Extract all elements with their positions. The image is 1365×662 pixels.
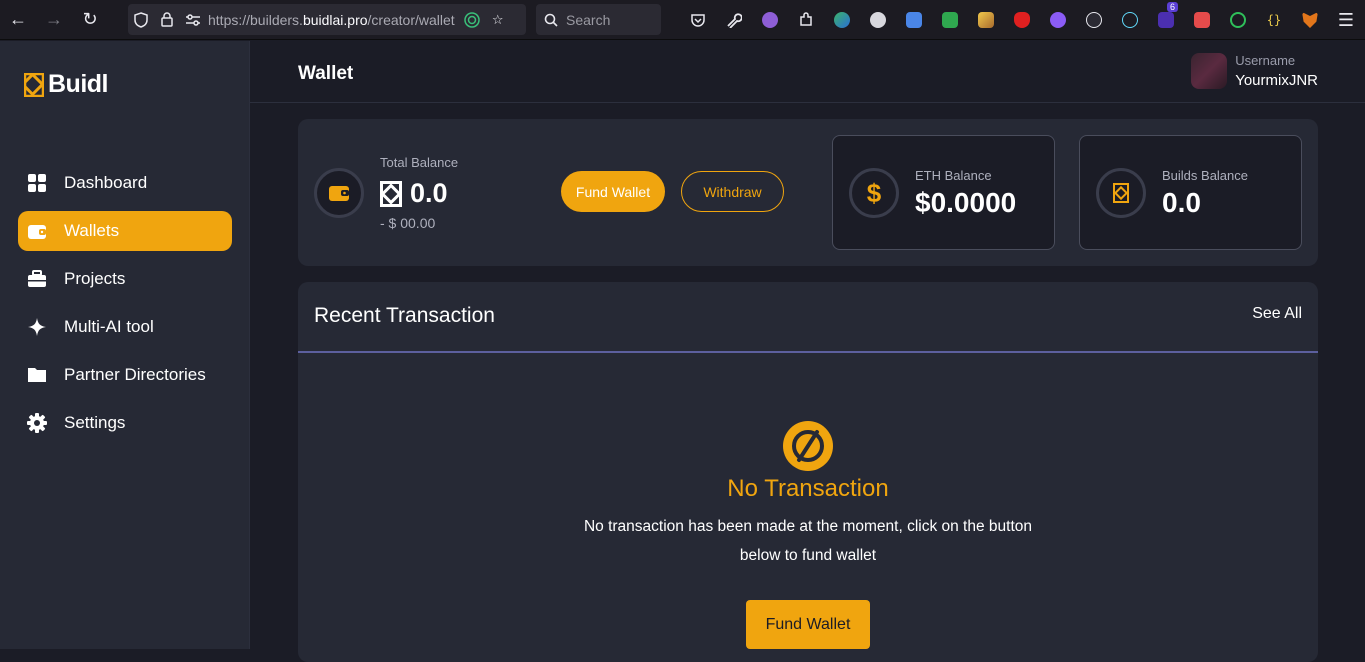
sparkle-icon: [26, 316, 48, 338]
empty-state-description: No transaction has been made at the mome…: [583, 518, 1033, 564]
see-all-link[interactable]: See All: [1252, 305, 1302, 323]
sidebar-item-wallets[interactable]: Wallets: [18, 211, 232, 251]
search-input[interactable]: Search: [536, 4, 661, 35]
address-bar[interactable]: https://builders.buidlai.pro/creator/wal…: [128, 4, 526, 35]
builds-balance-value: 0.0: [1162, 187, 1201, 218]
page-title: Wallet: [298, 63, 354, 84]
empty-state-title: No Transaction: [727, 475, 889, 502]
translate-extension-icon[interactable]: [896, 6, 932, 34]
folder-icon: [26, 364, 48, 386]
builds-balance-card: Builds Balance 0.0: [1079, 135, 1302, 250]
sidebar-item-dashboard[interactable]: Dashboard: [18, 163, 232, 203]
sidebar-item-projects[interactable]: Projects: [18, 259, 232, 299]
username-label: Username: [1235, 53, 1296, 68]
broom-extension-icon[interactable]: [968, 6, 1004, 34]
total-balance-label: Total Balance: [380, 155, 459, 170]
page-header: Wallet Username YourmixJNR: [250, 41, 1365, 103]
eth-balance-label: ETH Balance: [915, 168, 992, 183]
sidebar-item-multi-ai-tool[interactable]: Multi-AI tool: [18, 307, 232, 347]
transactions-header: Recent Transaction See All: [298, 282, 1318, 353]
url-text[interactable]: https://builders.buidlai.pro/creator/wal…: [208, 12, 455, 28]
user-profile[interactable]: Username YourmixJNR: [1191, 53, 1318, 89]
total-balance-value-row: 0.0: [380, 178, 458, 209]
react-extension-icon[interactable]: [1112, 6, 1148, 34]
withdraw-button[interactable]: Withdraw: [681, 171, 784, 212]
shield-icon[interactable]: [128, 11, 154, 28]
builds-icon: [1096, 168, 1146, 218]
back-icon[interactable]: ←: [0, 0, 36, 40]
briefcase-icon: [26, 268, 48, 290]
wrench-icon[interactable]: [716, 6, 752, 34]
forward-icon[interactable]: →: [36, 0, 72, 40]
gear-extension-icon[interactable]: [1040, 6, 1076, 34]
sidebar-item-label: Settings: [64, 413, 126, 432]
extension-badge: 6: [1166, 2, 1178, 12]
money-extension-icon[interactable]: [932, 6, 968, 34]
sidebar-item-label: Dashboard: [64, 173, 148, 192]
grid-icon: [26, 172, 48, 194]
sidebar-item-label: Projects: [64, 269, 126, 288]
dollar-icon: $: [849, 168, 899, 218]
avatar[interactable]: [1191, 53, 1228, 89]
pocket-icon[interactable]: [680, 6, 716, 34]
ghost-extension-icon[interactable]: [752, 6, 788, 34]
fund-wallet-button-empty[interactable]: Fund Wallet: [746, 600, 870, 649]
no-transaction-icon: [783, 421, 833, 471]
globe-extension-icon[interactable]: [824, 6, 860, 34]
cloud-extension-icon[interactable]: [860, 6, 896, 34]
wallet-icon: [26, 220, 48, 242]
shield-extension-icon[interactable]: [1004, 6, 1040, 34]
bookmark-star-icon[interactable]: ☆: [485, 12, 511, 28]
balance-card: Total Balance 0.0 - $ 00.00 Fund Wallet …: [298, 119, 1318, 266]
puzzle-icon[interactable]: [788, 6, 824, 34]
browser-toolbar: ← → ↻ https://builders.buidlai.pro/creat…: [0, 0, 1365, 40]
fund-wallet-button[interactable]: Fund Wallet: [561, 171, 665, 212]
pwa-extension-icon[interactable]: [1184, 6, 1220, 34]
cookie-extension-icon[interactable]: [1076, 6, 1112, 34]
extensions-row: 6 {} ☰: [680, 2, 1364, 34]
sidebar-item-partner-directories[interactable]: Partner Directories: [18, 355, 232, 395]
tracking-icon[interactable]: [459, 11, 485, 28]
gear-icon: [26, 412, 48, 434]
search-placeholder: Search: [566, 11, 611, 28]
sidebar-menu: Dashboard Wallets Projects Multi-AI tool…: [18, 163, 232, 451]
sidebar-item-label: Multi-AI tool: [64, 317, 154, 336]
search-icon: [544, 13, 558, 27]
reload-icon[interactable]: ↻: [72, 0, 108, 40]
sidebar: Buidl Dashboard Wallets Projects Multi-A…: [0, 41, 250, 649]
permissions-icon[interactable]: [180, 13, 206, 27]
recent-transactions-card: Recent Transaction See All No Transactio…: [298, 282, 1318, 662]
total-balance-value: 0.0: [410, 178, 448, 208]
sync-extension-icon[interactable]: [1220, 6, 1256, 34]
total-balance-usd: - $ 00.00: [380, 215, 436, 231]
builds-balance-label: Builds Balance: [1162, 168, 1248, 183]
sidebar-item-label: Wallets: [64, 221, 120, 240]
metamask-icon[interactable]: [1292, 6, 1328, 34]
transactions-title: Recent Transaction: [314, 304, 495, 327]
logo-text: Buidl: [48, 70, 109, 98]
eth-balance-card: $ ETH Balance $0.0000: [832, 135, 1055, 250]
sidebar-item-settings[interactable]: Settings: [18, 403, 232, 443]
buidl-logo-icon: [24, 72, 44, 97]
builds-token-icon: [380, 180, 402, 207]
eth-balance-value: $0.0000: [915, 187, 1017, 218]
lock-icon[interactable]: [154, 12, 180, 27]
total-balance: Total Balance 0.0 - $ 00.00: [380, 155, 458, 231]
badge-extension-icon[interactable]: 6: [1148, 2, 1184, 34]
json-extension-icon[interactable]: {}: [1256, 6, 1292, 34]
logo[interactable]: Buidl: [24, 70, 109, 99]
menu-icon[interactable]: ☰: [1328, 6, 1364, 34]
wallet-balance-icon: [314, 168, 364, 218]
sidebar-item-label: Partner Directories: [64, 365, 206, 384]
username: YourmixJNR: [1235, 72, 1318, 89]
